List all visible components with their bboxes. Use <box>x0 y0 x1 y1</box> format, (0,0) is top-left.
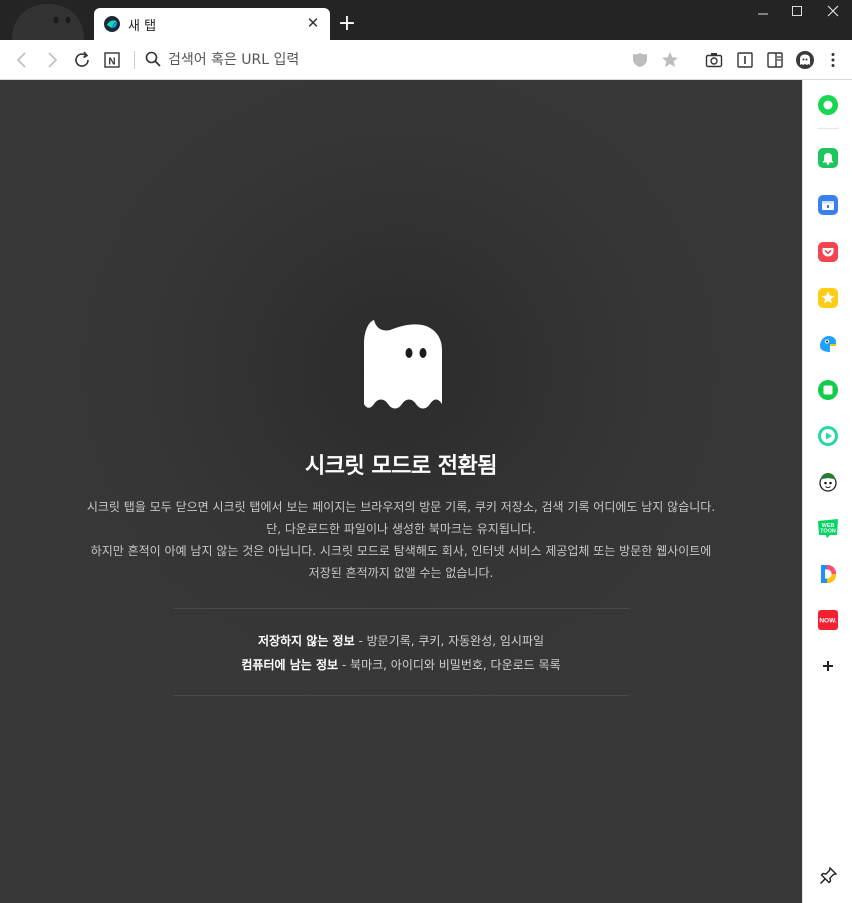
not-saved-info: 저장하지 않는 정보 - 방문기록, 쿠키, 자동완성, 임시파일 <box>0 632 802 649</box>
profile-button[interactable] <box>795 50 815 70</box>
green-square-icon <box>818 380 838 400</box>
reader-mode-button[interactable] <box>735 50 755 70</box>
calendar-icon <box>818 195 838 215</box>
papago-icon <box>820 336 836 352</box>
secret-mode-description: 시크릿 탭을 모두 닫으면 시크릿 탭에서 보는 페이지는 브라우저의 방문 기… <box>40 496 762 584</box>
back-arrow-icon <box>16 52 26 68</box>
character-face-icon <box>819 473 837 492</box>
webtoon-icon: WEBTOON <box>818 519 838 538</box>
sidebar: WEB TOON NOW. <box>802 80 852 903</box>
bookmark-star-button[interactable] <box>660 50 680 70</box>
now-icon: NOW. <box>818 610 838 630</box>
remaining-label: 컴퓨터에 남는 정보 <box>241 658 339 672</box>
sidebar-pin-button[interactable] <box>816 864 840 888</box>
description-line: 시크릿 탭을 모두 닫으면 시크릿 탭에서 보는 페이지는 브라우저의 방문 기… <box>86 500 716 514</box>
sidebar-item-play[interactable] <box>816 424 840 448</box>
close-icon <box>827 5 839 17</box>
reader-icon <box>737 52 753 68</box>
star-icon <box>662 52 678 67</box>
sidebar-item-papago[interactable] <box>816 332 840 356</box>
sidebar-item-pocket[interactable] <box>816 240 840 264</box>
title-bar: 새 탭 ✕ + <box>0 0 852 40</box>
svg-text:TOON: TOON <box>820 529 836 535</box>
kebab-menu-icon <box>831 53 835 67</box>
description-line: 하지만 흔적이 아예 남지 않는 것은 아닙니다. 시크릿 모드로 탐색해도 회… <box>90 544 712 558</box>
remaining-value: - 북마크, 아이디와 비밀번호, 다운로드 목록 <box>338 658 561 672</box>
close-window-button[interactable] <box>818 0 848 22</box>
maximize-button[interactable] <box>782 0 812 22</box>
sidebar-divider <box>817 128 839 129</box>
capture-button[interactable] <box>704 50 724 70</box>
pin-icon <box>819 866 838 885</box>
minimize-button[interactable] <box>748 0 778 22</box>
description-line: 저장된 흔적까지 없앨 수는 없습니다. <box>308 566 494 580</box>
naver-icon: N <box>104 52 120 68</box>
minimize-icon <box>758 13 768 15</box>
sidebar-item-calendar[interactable] <box>816 193 840 217</box>
camera-icon <box>705 53 723 68</box>
green-ring-icon <box>818 95 838 115</box>
divider-top <box>173 608 629 609</box>
maximize-icon <box>792 6 802 16</box>
back-button[interactable] <box>12 50 32 70</box>
forward-arrow-icon <box>48 52 58 68</box>
tab-close-icon[interactable]: ✕ <box>304 14 322 32</box>
search-icon <box>144 50 162 72</box>
pocket-icon <box>818 242 838 262</box>
sidebar-item-green-square[interactable] <box>816 378 840 402</box>
sidebar-item-favorites[interactable] <box>816 286 840 310</box>
forward-button[interactable] <box>42 50 62 70</box>
divider-bottom <box>173 695 629 696</box>
new-tab-button[interactable]: + <box>336 13 358 35</box>
toolbar-separator <box>134 51 135 69</box>
sidebar-item-notification[interactable] <box>816 146 840 170</box>
not-saved-value: - 방문기록, 쿠키, 자동완성, 임시파일 <box>354 634 545 648</box>
sidebar-item-webtoon[interactable]: WEB TOON <box>816 516 840 540</box>
shield-button[interactable] <box>630 50 650 70</box>
secret-mode-ghost-icon <box>4 0 90 40</box>
secret-mode-page: 시크릿 모드로 전환됨 시크릿 탭을 모두 닫으면 시크릿 탭에서 보는 페이지… <box>0 80 802 903</box>
sidebar-toggle-icon <box>767 52 783 68</box>
add-icon <box>823 661 833 671</box>
shield-icon <box>633 53 647 67</box>
sidebar-add-button[interactable] <box>816 654 840 678</box>
toolbar: N <box>0 40 852 80</box>
tab-new-tab[interactable]: 새 탭 ✕ <box>94 8 330 40</box>
whale-icon <box>104 16 120 32</box>
reload-icon <box>75 51 89 67</box>
naver-home-button[interactable]: N <box>102 50 122 70</box>
svg-text:N: N <box>108 57 115 68</box>
sidebar-item-character[interactable] <box>816 470 840 494</box>
play-icon <box>818 426 838 446</box>
address-bar[interactable] <box>142 48 612 72</box>
notification-bell-icon <box>818 148 838 168</box>
ghost-avatar-icon <box>796 51 814 69</box>
sidebar-toggle-button[interactable] <box>765 50 785 70</box>
secret-ghost-icon <box>360 318 444 410</box>
address-input[interactable] <box>168 48 608 72</box>
reload-button[interactable] <box>72 50 92 70</box>
svg-text:NOW.: NOW. <box>819 618 837 625</box>
sidebar-item-now[interactable]: NOW. <box>816 608 840 632</box>
menu-button[interactable] <box>823 50 843 70</box>
tab-title: 새 탭 <box>128 19 157 34</box>
remaining-info: 컴퓨터에 남는 정보 - 북마크, 아이디와 비밀번호, 다운로드 목록 <box>0 656 802 673</box>
description-line: 단, 다운로드한 파일이나 생성한 북마크는 유지됩니다. <box>266 522 536 536</box>
sidebar-item-green-ring[interactable] <box>816 93 840 117</box>
not-saved-label: 저장하지 않는 정보 <box>257 634 355 648</box>
sidebar-item-dictionary[interactable] <box>816 562 840 586</box>
favorites-star-icon <box>818 288 838 308</box>
page-title: 시크릿 모드로 전환됨 <box>305 454 497 479</box>
dictionary-icon <box>821 565 836 583</box>
